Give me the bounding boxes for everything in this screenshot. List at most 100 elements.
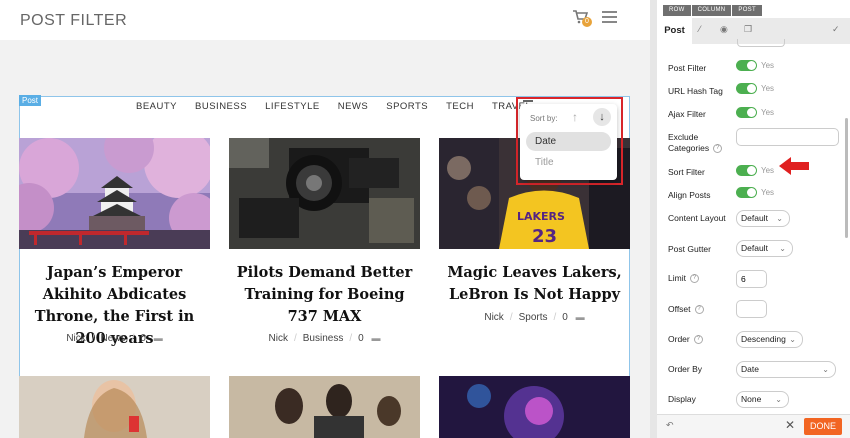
card-meta: Nick / Business/0 ▬	[268, 333, 381, 344]
site-preview: POST FILTER 0 Post BEAUTY BUSINESS LIFES…	[0, 0, 650, 438]
breadcrumb: ROW COLUMN POST	[663, 5, 763, 16]
svg-text:23: 23	[532, 226, 557, 247]
chevron-down-icon: ⌄	[789, 335, 796, 344]
order-by-value: Date	[741, 364, 759, 374]
toggle-yes-label: Yes	[761, 84, 775, 93]
sort-ascending-icon[interactable]: ↑	[572, 110, 584, 124]
sort-option-date[interactable]: Date	[526, 132, 611, 151]
chevron-down-icon: ⌄	[776, 214, 783, 223]
check-icon[interactable]: ✓	[832, 24, 840, 35]
sort-dropdown: Sort by: ↑ ↓ Date Title	[520, 104, 617, 180]
order-value: Descending	[741, 334, 786, 344]
category-link[interactable]: Sports	[519, 312, 548, 323]
help-icon[interactable]: ?	[693, 335, 703, 345]
category-link[interactable]: News	[101, 333, 126, 344]
content-layout-label: Content Layout	[668, 213, 726, 223]
breadcrumb-column[interactable]: COLUMN	[691, 5, 732, 16]
display-value: None	[741, 394, 762, 404]
menu-icon[interactable]	[602, 11, 617, 23]
author-link[interactable]: Nick	[484, 312, 503, 323]
card-image-camera[interactable]	[229, 138, 420, 249]
exclude-categories-input[interactable]	[736, 128, 839, 146]
offset-input[interactable]	[736, 300, 767, 318]
card-image-phone-woman[interactable]	[19, 376, 210, 438]
filter-beauty[interactable]: BEAUTY	[136, 101, 177, 112]
order-by-select[interactable]: Date ⌄	[736, 361, 836, 378]
comment-icon: ▬	[575, 312, 585, 322]
toggle-yes-label: Yes	[761, 166, 775, 175]
post-gutter-select[interactable]: Default ⌄	[736, 240, 793, 257]
help-icon[interactable]: ?	[713, 144, 723, 154]
done-button[interactable]: DONE	[804, 418, 842, 435]
help-icon[interactable]: ?	[689, 274, 699, 284]
post-filter-toggle[interactable]	[736, 60, 757, 71]
toggle-yes-label: Yes	[761, 108, 775, 117]
category-filter-bar: BEAUTY BUSINESS LIFESTYLE NEWS SPORTS TE…	[136, 101, 549, 112]
filter-tech[interactable]: TECH	[446, 101, 474, 112]
author-link[interactable]: Nick	[269, 333, 288, 344]
categories-label: Categories?	[668, 143, 723, 154]
comment-icon: ▬	[153, 333, 163, 343]
ajax-filter-label: Ajax Filter	[668, 109, 706, 119]
sort-filter-label: Sort Filter	[668, 167, 705, 177]
post-gutter-value: Default	[741, 243, 768, 253]
post-filter-label: Post Filter	[668, 63, 707, 73]
comment-count: 0	[140, 333, 146, 344]
panel-scrollbar[interactable]	[845, 118, 848, 238]
card-title[interactable]: Magic Leaves Lakers, LeBron Is Not Happy	[439, 262, 630, 306]
chevron-down-icon: ⌄	[775, 395, 782, 404]
comment-count: 0	[562, 312, 568, 323]
svg-text:LAKERS: LAKERS	[517, 210, 565, 223]
breadcrumb-row[interactable]: ROW	[663, 5, 691, 16]
toggle-yes-label: Yes	[761, 61, 775, 70]
help-icon[interactable]: ?	[694, 305, 704, 315]
card-meta: Nick / Sports/0 ▬	[484, 312, 585, 323]
content-layout-select[interactable]: Default ⌄	[736, 210, 790, 227]
category-link[interactable]: Business	[303, 333, 344, 344]
chat-icon[interactable]: ❐	[744, 24, 752, 35]
sort-descending-icon[interactable]: ↓	[593, 108, 611, 126]
panel-gutter	[650, 0, 657, 438]
page: POST FILTER 0 Post BEAUTY BUSINESS LIFES…	[0, 0, 850, 438]
cart-count-badge: 0	[582, 17, 592, 27]
chevron-down-icon: ⌄	[779, 244, 786, 253]
post-gutter-label: Post Gutter	[668, 244, 711, 254]
brush-icon[interactable]: ⁄	[699, 24, 701, 34]
display-select[interactable]: None ⌄	[736, 391, 789, 408]
order-by-label: Order By	[668, 364, 703, 374]
eye-icon[interactable]: ◉	[720, 24, 728, 35]
site-title: POST FILTER	[20, 12, 128, 29]
offset-label: Offset?	[668, 304, 704, 315]
align-posts-toggle[interactable]	[736, 187, 757, 198]
filter-lifestyle[interactable]: LIFESTYLE	[265, 101, 320, 112]
toggle-yes-label: Yes	[761, 188, 775, 197]
sort-option-title[interactable]: Title	[535, 157, 554, 168]
tab-post[interactable]: Post	[657, 18, 692, 44]
card-meta: Nick / News/0 ▬	[66, 333, 163, 344]
filter-sports[interactable]: SPORTS	[386, 101, 428, 112]
sort-label: Sort by:	[530, 114, 558, 123]
post-module-tag: Post	[19, 95, 42, 106]
offset-text: Offset	[668, 304, 691, 314]
filter-news[interactable]: NEWS	[338, 101, 369, 112]
sort-filter-toggle[interactable]	[736, 165, 757, 176]
limit-input[interactable]: 6	[736, 270, 767, 288]
content-layout-value: Default	[741, 213, 768, 223]
url-hash-label: URL Hash Tag	[668, 86, 723, 96]
limit-label: Limit?	[668, 273, 699, 284]
ajax-filter-toggle[interactable]	[736, 107, 757, 118]
chevron-down-icon: ⌄	[822, 365, 829, 374]
undo-icon[interactable]: ↶	[666, 420, 674, 431]
card-image-children[interactable]	[229, 376, 420, 438]
comment-count: 0	[358, 333, 364, 344]
arrow-pointer-icon	[779, 157, 809, 175]
card-image-castle[interactable]	[19, 138, 210, 249]
close-icon[interactable]: ✕	[785, 418, 795, 432]
breadcrumb-post[interactable]: POST	[732, 5, 762, 16]
filter-business[interactable]: BUSINESS	[195, 101, 247, 112]
order-select[interactable]: Descending ⌄	[736, 331, 803, 348]
author-link[interactable]: Nick	[66, 333, 85, 344]
card-title[interactable]: Pilots Demand Better Training for Boeing…	[229, 262, 420, 328]
url-hash-toggle[interactable]	[736, 83, 757, 94]
card-image-space[interactable]	[439, 376, 630, 438]
